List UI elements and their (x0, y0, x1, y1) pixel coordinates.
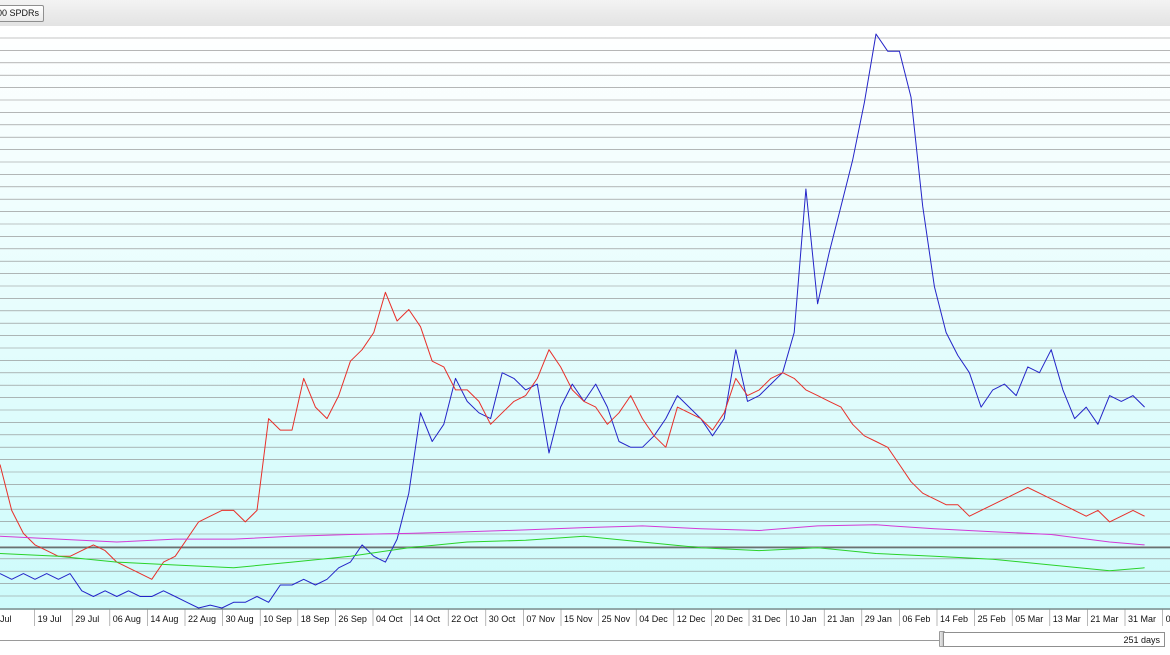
x-tick-label: 04 Oct (376, 614, 403, 624)
x-tick-label: 15 Nov (564, 614, 593, 624)
x-tick-label: 06 Aug (113, 614, 141, 624)
range-days-box[interactable]: 251 days (943, 632, 1165, 647)
x-tick-label: 14 Aug (150, 614, 178, 624)
spdr-tab-button[interactable]: 00 SPDRs (0, 5, 45, 22)
x-tick-label: 26 Sep (338, 614, 367, 624)
x-tick-label: 22 Aug (188, 614, 216, 624)
x-tick-label: 21 Jan (827, 614, 854, 624)
x-tick-label: 22 Oct (451, 614, 478, 624)
x-tick-label: 05 Mar (1015, 614, 1043, 624)
x-axis-tick-labels: Jul 19 Jul 29 Jul 06 Aug 14 Aug 22 Aug 30 Aug 1… (0, 609, 1170, 626)
x-tick-label: Jul (0, 614, 12, 624)
x-tick-label: 25 Feb (978, 614, 1006, 624)
x-tick-label: 14 Oct (414, 614, 441, 624)
x-tick-label: 18 Sep (301, 614, 330, 624)
x-tick-label: 25 Nov (602, 614, 631, 624)
x-tick-label: 19 Jul (38, 614, 62, 624)
x-tick-label: 21 Mar (1090, 614, 1118, 624)
timeline-scroll-track[interactable] (0, 640, 942, 641)
x-tick-label: 29 Jul (75, 614, 99, 624)
x-tick-label: 12 Dec (677, 614, 706, 624)
x-tick-label: 30 Aug (226, 614, 254, 624)
plot-background (0, 26, 1170, 610)
x-tick-label: 14 Feb (940, 614, 968, 624)
x-tick-label: 04 Dec (639, 614, 668, 624)
x-tick-label: 13 Mar (1053, 614, 1081, 624)
x-tick-label: 08 Apr (1166, 614, 1170, 624)
chart-toolbar: 00 SPDRs (0, 0, 1170, 27)
x-tick-label: 31 Mar (1128, 614, 1156, 624)
x-tick-label: 10 Jan (790, 614, 817, 624)
line-chart: Jul 19 Jul 29 Jul 06 Aug 14 Aug 22 Aug 30 Aug 1… (0, 26, 1170, 626)
x-tick-label: 20 Dec (714, 614, 743, 624)
x-tick-label: 07 Nov (526, 614, 555, 624)
x-tick-label: 31 Dec (752, 614, 781, 624)
x-tick-label: 06 Feb (902, 614, 930, 624)
x-tick-label: 30 Oct (489, 614, 516, 624)
x-tick-label: 10 Sep (263, 614, 292, 624)
x-tick-label: 29 Jan (865, 614, 892, 624)
